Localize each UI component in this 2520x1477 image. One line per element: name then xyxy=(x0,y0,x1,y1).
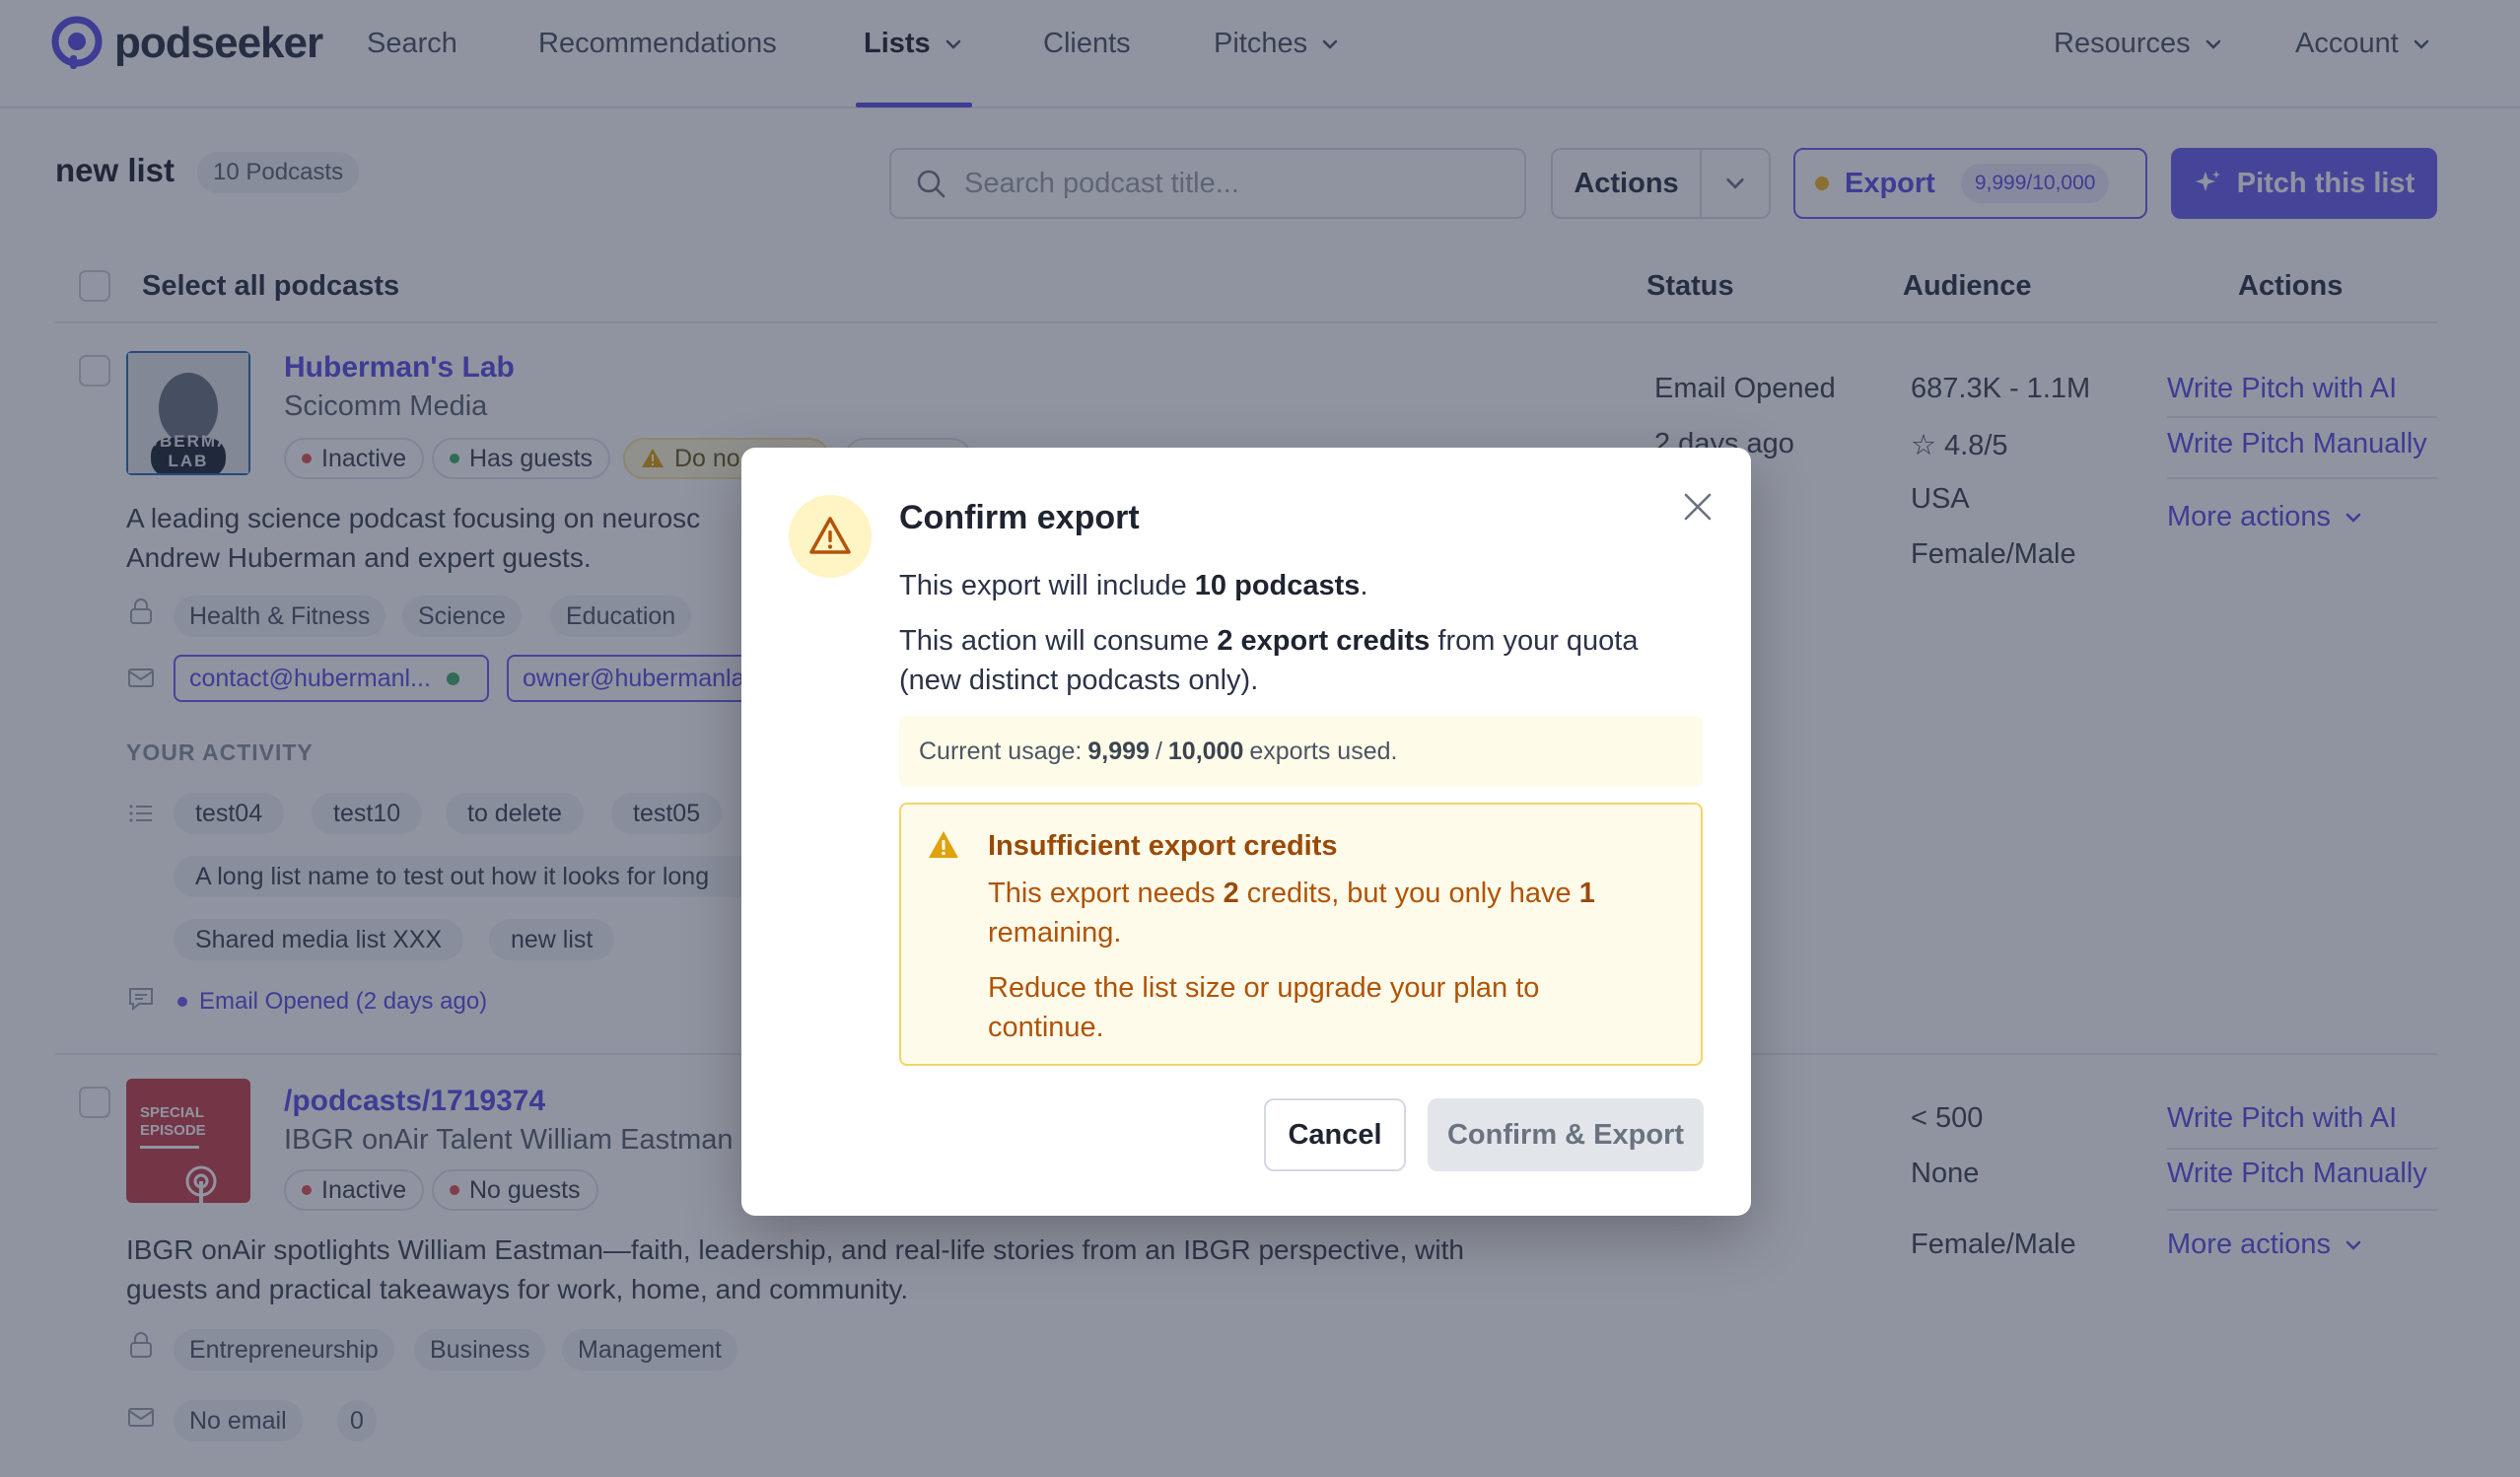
warning-triangle-icon xyxy=(809,517,851,554)
usage-total: 10,000 xyxy=(1167,737,1244,765)
alert-suggestion: Reduce the list size or upgrade your pla… xyxy=(988,968,1678,1047)
alert-text: credits, but you only have xyxy=(1238,878,1579,909)
credit-amount: 2 export credits xyxy=(1217,625,1431,657)
usage-text: exports used. xyxy=(1249,737,1398,765)
warning-triangle-icon xyxy=(929,831,958,858)
usage-text: Current usage: xyxy=(919,737,1083,765)
modal-title: Confirm export xyxy=(899,499,1140,536)
close-icon xyxy=(1684,493,1712,521)
warning-icon-circle xyxy=(789,495,872,578)
consumption-text: This action will consume xyxy=(899,625,1218,657)
alert-text: Reduce the list size or upgrade your pla… xyxy=(988,972,1540,1004)
usage-used: 9,999 xyxy=(1087,737,1150,765)
insufficient-credits-alert: Insufficient export credits This export … xyxy=(899,803,1703,1066)
current-usage-box: Current usage: 9,999 / 10,000 exports us… xyxy=(899,716,1703,787)
close-button[interactable] xyxy=(1676,485,1719,528)
consumption-text: from your quota xyxy=(1430,625,1639,657)
alert-text: continue. xyxy=(988,1012,1104,1043)
credit-consumption-note: This action will consume 2 export credit… xyxy=(899,621,1698,700)
cancel-button[interactable]: Cancel xyxy=(1264,1098,1406,1171)
needed-credits: 2 xyxy=(1223,878,1239,909)
confirm-export-button[interactable]: Confirm & Export xyxy=(1428,1098,1704,1171)
alert-message: This export needs 2 credits, but you onl… xyxy=(988,874,1678,952)
alert-text: This export needs xyxy=(988,878,1224,909)
consumption-text: (new distinct podcasts only). xyxy=(899,665,1259,696)
export-summary: This export will include 10 podcasts. xyxy=(899,566,1698,605)
alert-title: Insufficient export credits xyxy=(988,830,1338,862)
remaining-credits: 1 xyxy=(1578,878,1595,909)
podcast-count: 10 podcasts xyxy=(1194,570,1361,601)
usage-separator: / xyxy=(1155,737,1162,765)
alert-text: remaining. xyxy=(988,917,1122,949)
summary-text: . xyxy=(1360,570,1368,601)
confirm-export-dialog: Confirm export This export will include … xyxy=(741,448,1751,1216)
summary-text: This export will include xyxy=(899,570,1195,601)
